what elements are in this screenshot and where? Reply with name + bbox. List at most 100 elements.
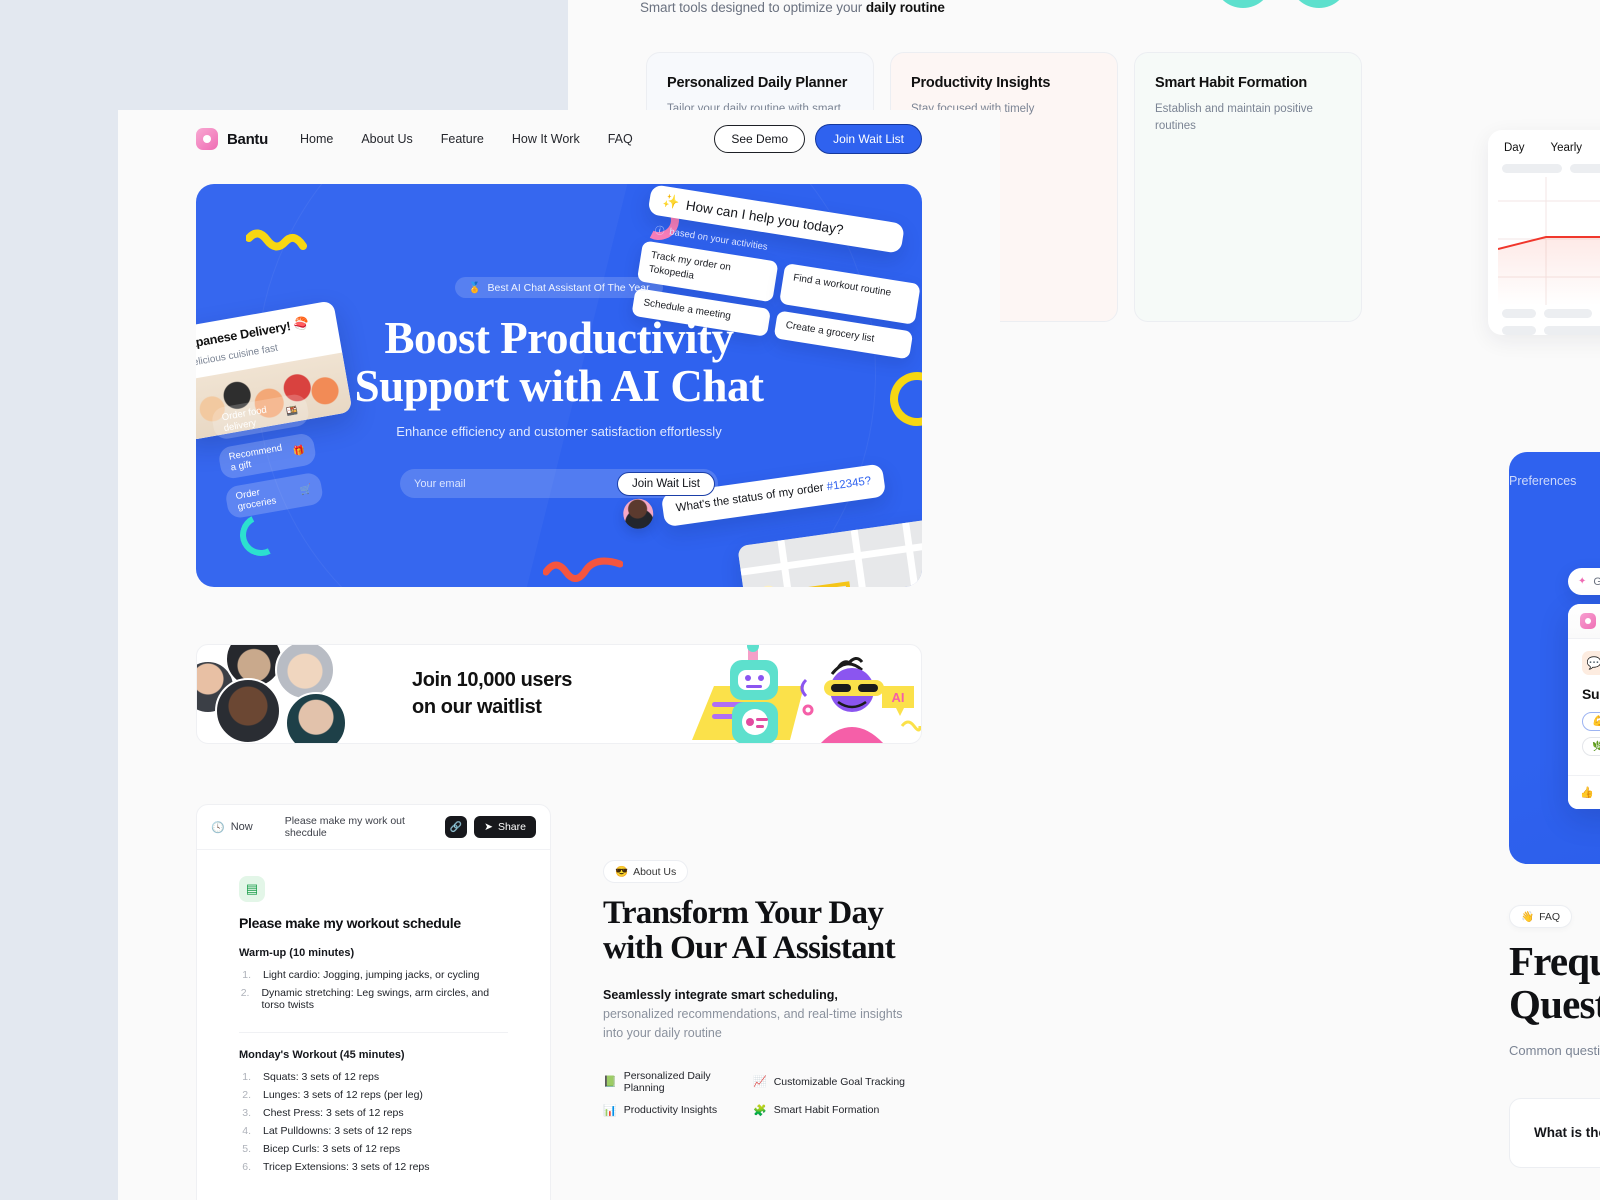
document-icon: ▤ — [239, 876, 265, 902]
share-icon: ➤ — [484, 821, 493, 833]
bene-ai-body: 💬 Sure, here are some recommendations 💪 … — [1568, 639, 1600, 768]
waitlist-text: Join 10,000 users on our waitlist — [412, 667, 572, 721]
chart-icon: 📊 — [603, 1104, 617, 1117]
list-item: 6. Tricep Extensions: 3 sets of 12 reps — [242, 1161, 430, 1173]
bantu-logo-icon — [196, 128, 218, 150]
nav-link-feature[interactable]: Feature — [441, 132, 484, 146]
chip-nature-time[interactable]: 🌿 Nature Time — [1582, 737, 1600, 756]
divider — [239, 1032, 508, 1033]
faq-question: What is the AI chat assistant and how do… — [1534, 1125, 1600, 1141]
join-wait-list-button[interactable]: Join Wait List — [815, 124, 922, 154]
about-heading-line2: with Our AI Assistant — [603, 930, 896, 967]
tab-preferences[interactable]: Preferences — [1509, 474, 1576, 502]
about-us-section: 😎 About Us Transform Your Day with Our A… — [603, 804, 922, 1200]
lower-section: 🕓 Now Please make my work out shecdule 🔗… — [118, 744, 1000, 1200]
list-item: 3. Chest Press: 3 sets of 12 reps — [242, 1107, 404, 1119]
about-feature-list: 📗 Personalized Daily Planning 📈 Customiz… — [603, 1070, 922, 1117]
puzzle-icon: 🧩 — [753, 1104, 767, 1117]
waitlist-avatars — [197, 645, 412, 743]
faq-subtitle: Common questions about our AI chat assis… — [1509, 1042, 1600, 1058]
list-item: 4. Lat Pulldowns: 3 sets of 12 reps — [242, 1125, 412, 1137]
feature-card-smart-habit[interactable]: Smart Habit Formation Establish and main… — [1134, 52, 1362, 322]
bene-ai-header: Bene AI — [1568, 604, 1600, 639]
recommendation-headline: Sure, here are some recommendations — [1582, 686, 1600, 702]
faq-item[interactable]: What is the AI chat assistant and how do… — [1509, 1097, 1600, 1168]
see-demo-button[interactable]: See Demo — [714, 125, 806, 153]
about-us-pill-label: About Us — [633, 865, 677, 878]
warmup-title: Warm-up (10 minutes) — [239, 947, 355, 959]
feature-label: Smart Habit Formation — [773, 1104, 880, 1117]
wave-icon: 👋 — [1521, 911, 1535, 923]
waitlist-line2: on our waitlist — [412, 696, 542, 718]
nav-link-faq[interactable]: FAQ — [608, 132, 633, 146]
planner-icon: 📗 — [603, 1076, 617, 1089]
hero-badge: 🏅 Best AI Chat Assistant Of The Year — [455, 277, 663, 298]
chart-tabs[interactable]: Day Yearly — [1488, 130, 1600, 160]
faq-heading: Frequently Asked Questions — [1509, 938, 1600, 1028]
chip-glyph: 🌿 — [1592, 741, 1600, 752]
chip-glyph: 💪 — [1592, 716, 1600, 727]
workout-card-header: 🕓 Now Please make my work out shecdule 🔗… — [197, 805, 550, 850]
faq-pill-label: FAQ — [1539, 910, 1561, 923]
share-button[interactable]: ➤ Share — [474, 816, 536, 838]
feature-card-desc: Establish and maintain positive routines — [1155, 103, 1313, 133]
navbar: Bantu Home About Us Feature How It Work … — [118, 110, 1000, 168]
feature-personalized-daily-planning: 📗 Personalized Daily Planning — [603, 1070, 753, 1094]
nav-actions: See Demo Join Wait List — [714, 124, 922, 154]
faq-heading-line1: Frequently Asked — [1509, 938, 1600, 984]
monday-title: Monday's Workout (45 minutes) — [239, 1049, 405, 1061]
hero-badge-label: Best AI Chat Assistant Of The Year — [487, 281, 650, 294]
thumbs-up-icon[interactable]: 👍 — [1580, 786, 1594, 799]
assistant-avatar-icon: 💬 — [1582, 651, 1600, 675]
chip-exercise[interactable]: 💪 Exercise — [1582, 712, 1600, 731]
nav-links: Home About Us Feature How It Work FAQ — [300, 132, 633, 146]
link-icon[interactable]: 🔗 — [445, 816, 468, 838]
brand[interactable]: Bantu — [196, 128, 268, 150]
email-input[interactable]: Your email — [414, 478, 617, 490]
bene-ai-footer: 👍 👎 ⋯ 🔗 Copy — [1568, 775, 1600, 809]
list-item: 2. Lunges: 3 sets of 12 reps (per leg) — [242, 1089, 423, 1101]
list-item: 2. Dynamic stretching: Leg swings, arm ci… — [240, 987, 490, 1011]
search-placeholder: Give me recommendation daily activities — [1593, 575, 1600, 588]
chart-tab-day[interactable]: Day — [1504, 142, 1524, 154]
foreground-window: Bantu Home About Us Feature How It Work … — [118, 110, 1000, 1200]
recommendation-search-input[interactable]: ✦ Give me recommendation daily activitie… — [1568, 568, 1600, 595]
feature-productivity-insights: 📊 Productivity Insights — [603, 1104, 753, 1117]
recommendation-chips: 💪 Exercise 📙 Read 🧠 Practice Mindfulness — [1582, 712, 1600, 756]
feature-card-title: Personalized Daily Planner — [667, 75, 848, 91]
suggestions-panel: Preferences Receive Intelligent Suggesti… — [1509, 452, 1600, 864]
faq-pill: 👋 FAQ — [1509, 905, 1573, 928]
chart-skeleton-row1 — [1488, 309, 1600, 318]
feature-card-title: Productivity Insights — [911, 75, 1051, 91]
workout-timestamp: 🕓 Now — [211, 821, 253, 834]
suggestions-tabs[interactable]: Preferences Receive Intelligent Suggesti… — [1509, 474, 1600, 502]
trend-icon: 📈 — [753, 1076, 767, 1089]
hero-join-wait-list-button[interactable]: Join Wait List — [617, 471, 715, 496]
avatar — [285, 692, 347, 743]
waitlist-band: Join 10,000 users on our waitlist AI — [196, 644, 922, 744]
avatar — [275, 645, 335, 700]
svg-text:AI: AI — [892, 690, 905, 705]
about-us-pill: 😎 About Us — [603, 860, 689, 883]
feature-label: Productivity Insights — [623, 1104, 718, 1117]
hero-content: 🏅 Best AI Chat Assistant Of The Year Boo… — [196, 184, 922, 499]
hero-heading-line1: Boost Productivity — [384, 313, 734, 363]
chart-tab-yearly[interactable]: Yearly — [1550, 142, 1582, 154]
avatar — [215, 678, 281, 743]
workout-title: Please make my workout schedule — [239, 915, 461, 931]
about-paragraph: Seamlessly integrate smart scheduling, p… — [603, 987, 903, 1041]
brand-name: Bantu — [227, 130, 268, 148]
hero-section: Japanese Delivery! 🍣 Delicious cuisine f… — [196, 184, 922, 587]
nav-link-home[interactable]: Home — [300, 132, 333, 146]
chart-skeleton-row2 — [1488, 326, 1600, 335]
faq-heading-line2: Questions — [1509, 981, 1600, 1028]
sunglasses-icon: 😎 — [615, 866, 629, 878]
workout-prompt-text: Please make my work out shecdule — [284, 815, 405, 839]
warmup-list: 1. Light cardio: Jogging, jumping jacks, … — [239, 966, 508, 1014]
feature-customizable-goal-tracking: 📈 Customizable Goal Tracking — [753, 1070, 922, 1094]
bene-ai-logo-icon — [1580, 613, 1596, 629]
productivity-chart-card: Day Yearly — [1488, 130, 1600, 335]
nav-link-about-us[interactable]: About Us — [361, 132, 412, 146]
nav-link-how-it-work[interactable]: How It Work — [512, 132, 580, 146]
list-item: 5. Bicep Curls: 3 sets of 12 reps — [242, 1143, 401, 1155]
